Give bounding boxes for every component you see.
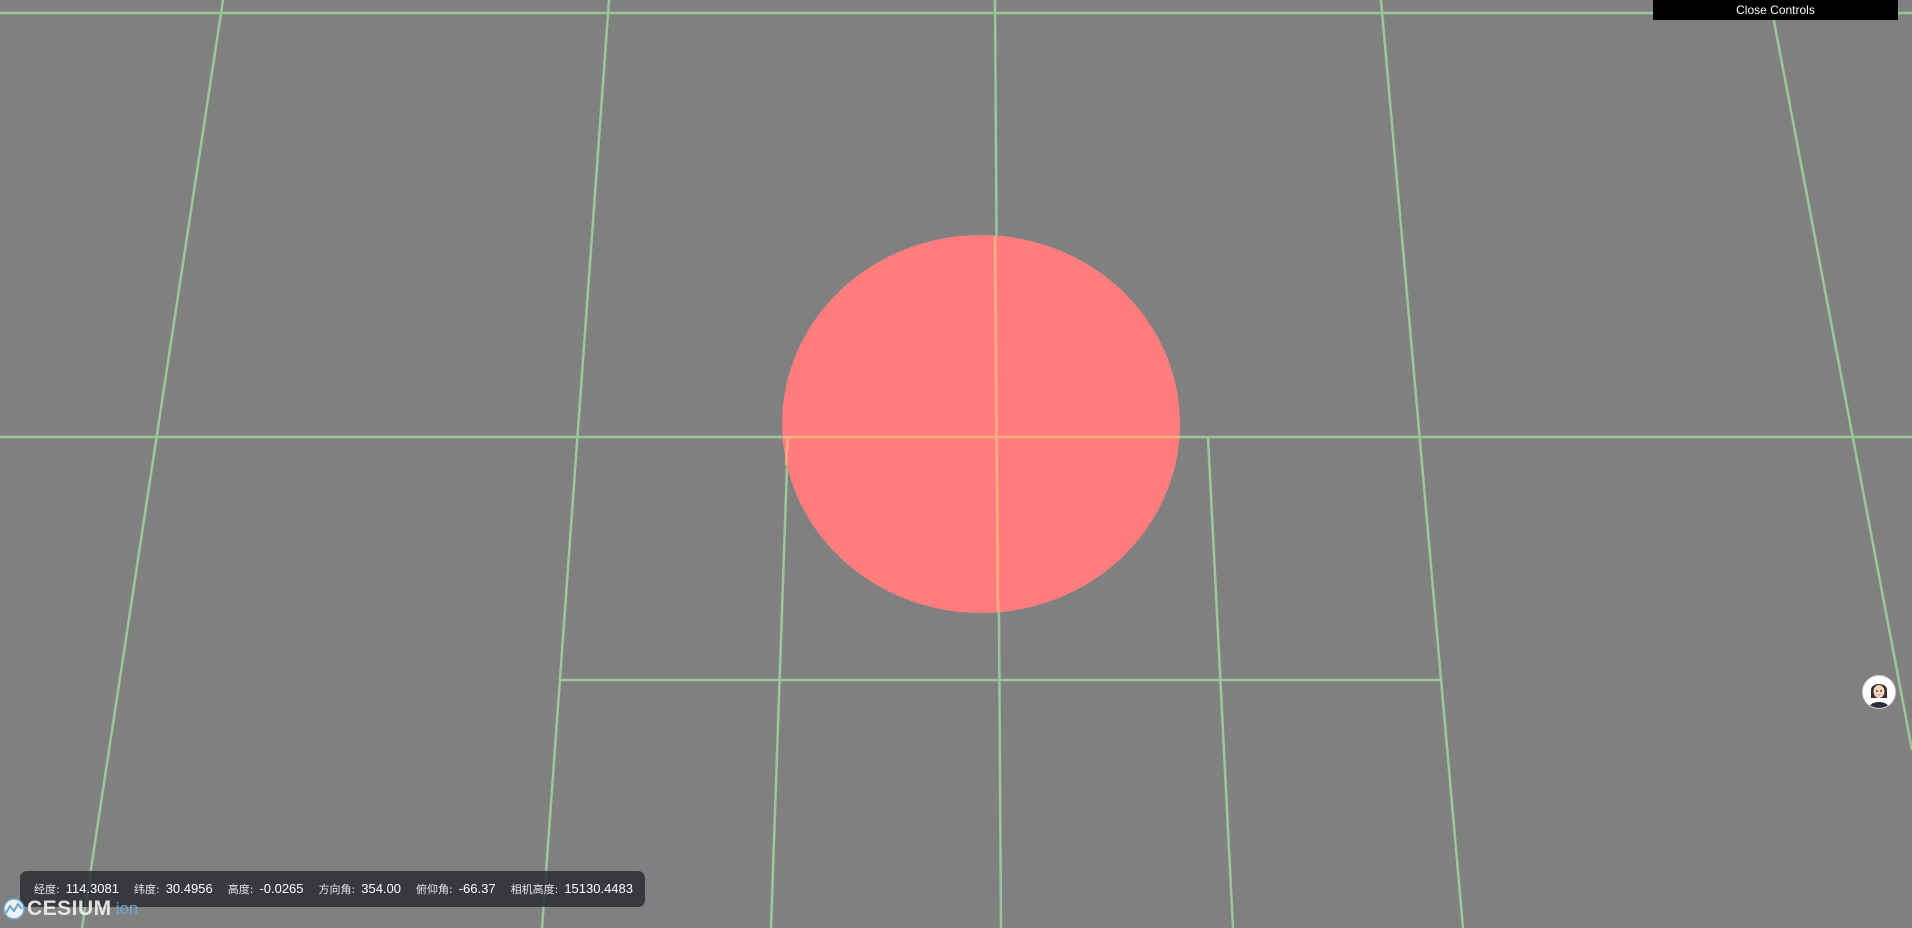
longitude-readout: 经度: 114.3081 bbox=[34, 881, 119, 897]
heading-readout: 方向角: 354.00 bbox=[319, 881, 401, 897]
latitude-label: 纬度: bbox=[133, 883, 160, 896]
user-avatar-button[interactable] bbox=[1862, 675, 1896, 709]
camera-height-value: 15130.4483 bbox=[564, 881, 633, 896]
pitch-value: -66.37 bbox=[458, 881, 496, 896]
red-circle-entity[interactable] bbox=[782, 235, 1180, 613]
close-controls-button[interactable]: Close Controls bbox=[1653, 0, 1898, 20]
heading-value: 354.00 bbox=[361, 881, 401, 896]
cesium-logo-icon bbox=[3, 898, 25, 920]
cesium-ion-logo[interactable]: CESIUM ion bbox=[3, 897, 138, 921]
longitude-label: 经度: bbox=[34, 883, 60, 896]
height-readout: 高度: -0.0265 bbox=[228, 881, 304, 897]
height-value: -0.0265 bbox=[259, 881, 304, 896]
cesium-viewer[interactable]: Close Controls 经度: 114.3081 纬度: 30.4956 … bbox=[0, 0, 1912, 928]
heading-label: 方向角: bbox=[318, 883, 356, 896]
latitude-value: 30.4956 bbox=[165, 881, 213, 896]
height-label: 高度: bbox=[227, 883, 254, 896]
map-canvas[interactable] bbox=[0, 0, 1912, 928]
camera-height-label: 相机高度: bbox=[510, 883, 559, 896]
pitch-readout: 俯仰角: -66.37 bbox=[416, 881, 496, 897]
user-avatar-icon bbox=[1863, 676, 1895, 708]
camera-height-readout: 相机高度: 15130.4483 bbox=[511, 881, 633, 897]
cesium-logo-ion-text: ion bbox=[115, 899, 139, 918]
latitude-readout: 纬度: 30.4956 bbox=[134, 881, 213, 897]
longitude-value: 114.3081 bbox=[65, 881, 119, 896]
cesium-logo-text: CESIUM bbox=[27, 897, 112, 920]
pitch-label: 俯仰角: bbox=[416, 883, 453, 896]
